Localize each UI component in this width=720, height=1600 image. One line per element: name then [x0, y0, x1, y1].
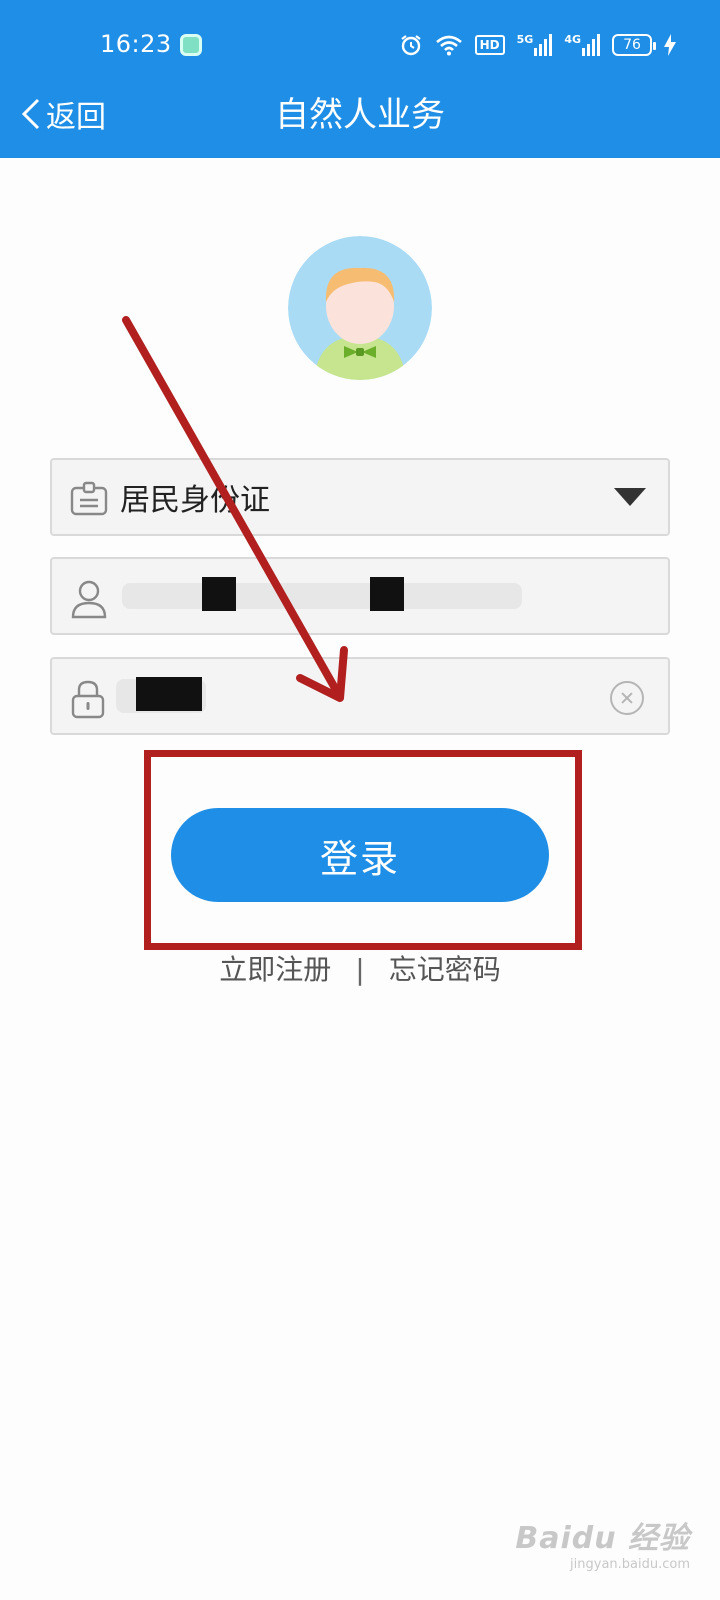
id-card-icon: [70, 481, 108, 516]
notification-app-icon: [180, 34, 202, 56]
account-input[interactable]: [50, 557, 670, 635]
hd-indicator: HD: [474, 35, 505, 55]
signal-5g: 5G: [517, 34, 553, 56]
net-5g-label: 5G: [516, 33, 534, 46]
app-header: 16:23 HD 5G 4G 76 返回 自然人业务: [0, 0, 720, 158]
signal-icon: [582, 34, 600, 56]
id-type-value: 居民身份证: [120, 483, 270, 518]
watermark-brand: Baidu 经验: [515, 1521, 690, 1556]
battery-indicator: 76: [612, 34, 656, 56]
net-4g-label: 4G: [564, 33, 581, 46]
link-separator: |: [355, 953, 365, 986]
avatar: [288, 236, 432, 380]
auth-links: 立即注册 | 忘记密码: [0, 948, 720, 988]
register-link[interactable]: 立即注册: [219, 948, 331, 988]
alarm-icon: [400, 35, 421, 56]
user-icon: [71, 580, 107, 619]
status-time: 16:23: [100, 30, 172, 58]
password-input[interactable]: [50, 657, 670, 735]
status-icons: HD 5G 4G 76: [399, 30, 676, 60]
signal-icon: [534, 34, 553, 56]
signal-4g: 4G: [564, 34, 600, 56]
redacted-block: [136, 677, 202, 711]
redacted-block: [370, 577, 404, 611]
clear-input-icon[interactable]: [610, 681, 644, 715]
lock-icon: [71, 680, 105, 719]
forgot-password-link[interactable]: 忘记密码: [389, 948, 501, 988]
id-type-select[interactable]: 居民身份证: [50, 458, 670, 536]
page-title: 自然人业务: [275, 95, 445, 135]
watermark: Baidu 经验 jingyan.baidu.com: [515, 1513, 690, 1572]
dropdown-arrow-icon[interactable]: [614, 488, 646, 506]
login-button[interactable]: 登录: [171, 808, 549, 902]
redacted-block: [202, 577, 236, 611]
watermark-url: jingyan.baidu.com: [570, 1557, 690, 1572]
status-bar: 16:23 HD 5G 4G 76: [0, 0, 720, 90]
redacted-blur: [122, 583, 522, 609]
wifi-icon: [435, 35, 462, 56]
charging-icon: [664, 34, 676, 56]
